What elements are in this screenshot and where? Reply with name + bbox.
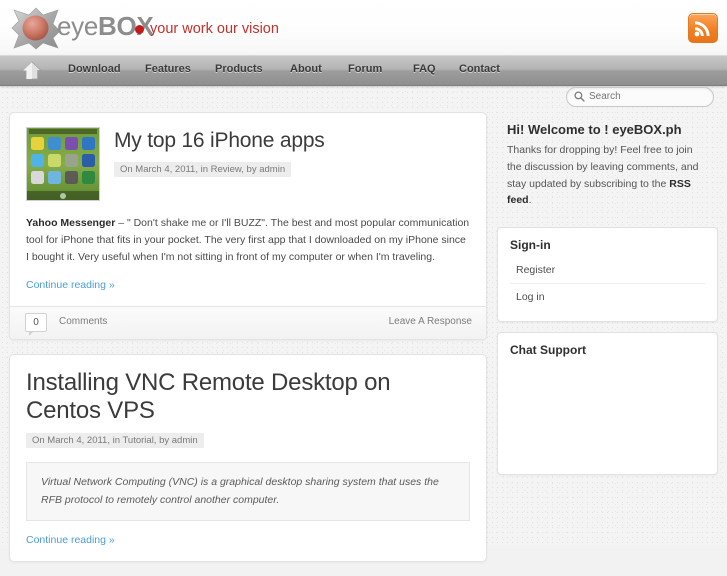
main-content-column: My top 16 iPhone apps On March 4, 2011, … [9,112,487,576]
nav-label: Download [68,63,121,75]
nav-item-forum[interactable]: Forum [348,63,382,75]
nav-item-features[interactable]: Features [145,63,191,75]
tagline-dot-icon [135,25,144,34]
post-excerpt: Yahoo Messenger – " Don't shake me or I'… [26,215,470,266]
post-meta: On March 4, 2011, in Tutorial, by admin [26,433,204,449]
welcome-text: Thanks for dropping by! Feel free to joi… [507,142,708,209]
welcome-title: Hi! Welcome to ! eyeBOX.ph [507,122,682,137]
search-row [0,84,727,112]
post-meta: On March 4, 2011, in Review, by admin [114,162,292,178]
post-card: Installing VNC Remote Desktop on Centos … [9,354,487,562]
brand-prefix: eye [57,11,99,41]
eyebox-star-logo-icon [11,7,61,50]
leave-a-response-link[interactable]: Leave A Response [389,316,472,327]
sidebar: Hi! Welcome to ! eyeBOX.ph Thanks for dr… [497,112,718,485]
site-header: eyeBOX your work our vision [0,0,727,55]
search-icon [574,91,585,102]
post-title[interactable]: My top 16 iPhone apps [114,129,470,153]
nav-label: About [290,63,322,75]
comments-label: Comments [59,316,108,327]
site-logo[interactable] [8,6,64,50]
nav-item-contact[interactable]: Contact [459,63,500,75]
main-navigation: Download Features Products About Forum F… [0,55,727,86]
signin-title: Sign-in [510,238,551,253]
post-card: My top 16 iPhone apps On March 4, 2011, … [9,112,487,340]
nav-label: Products [215,63,263,75]
signin-item-register[interactable]: Register [510,257,705,285]
nav-label: FAQ [413,63,436,75]
welcome-text-after: . [528,194,532,207]
nav-label: Contact [459,63,500,75]
welcome-widget: Hi! Welcome to ! eyeBOX.ph Thanks for dr… [497,112,718,217]
post-blockquote: Virtual Network Computing (VNC) is a gra… [26,462,470,521]
signin-widget: Sign-in Register Log in [497,227,718,323]
continue-reading-link[interactable]: Continue reading » [26,534,115,546]
site-tagline: your work our vision [150,21,279,37]
comment-count-badge[interactable]: 0 [25,313,47,336]
nav-label: Forum [348,63,383,75]
rss-feed-icon [694,21,710,37]
search-input[interactable] [589,88,705,106]
search-box[interactable] [566,87,714,107]
brand-suffix: BOX [98,11,154,41]
rss-feed-button[interactable] [688,13,718,43]
chat-support-title: Chat Support [510,343,586,358]
signin-list: Register Log in [510,257,705,310]
post-thumbnail[interactable] [26,127,100,201]
signin-item-login[interactable]: Log in [510,284,705,310]
nav-item-products[interactable]: Products [215,63,263,75]
nav-item-download[interactable]: Download [68,63,121,75]
iphone-home-screen-apps-thumbnail-icon [27,128,99,200]
continue-reading-link[interactable]: Continue reading » [26,279,115,291]
post-excerpt-lead: Yahoo Messenger [26,217,116,229]
nav-item-faq[interactable]: FAQ [413,63,436,75]
post-title[interactable]: Installing VNC Remote Desktop on Centos … [26,369,470,424]
home-icon[interactable] [22,61,42,80]
nav-item-about[interactable]: About [290,63,322,75]
post-comment-bar: 0 Comments Leave A Response [10,306,486,339]
chat-support-widget: Chat Support [497,332,718,476]
nav-label: Features [145,63,191,75]
